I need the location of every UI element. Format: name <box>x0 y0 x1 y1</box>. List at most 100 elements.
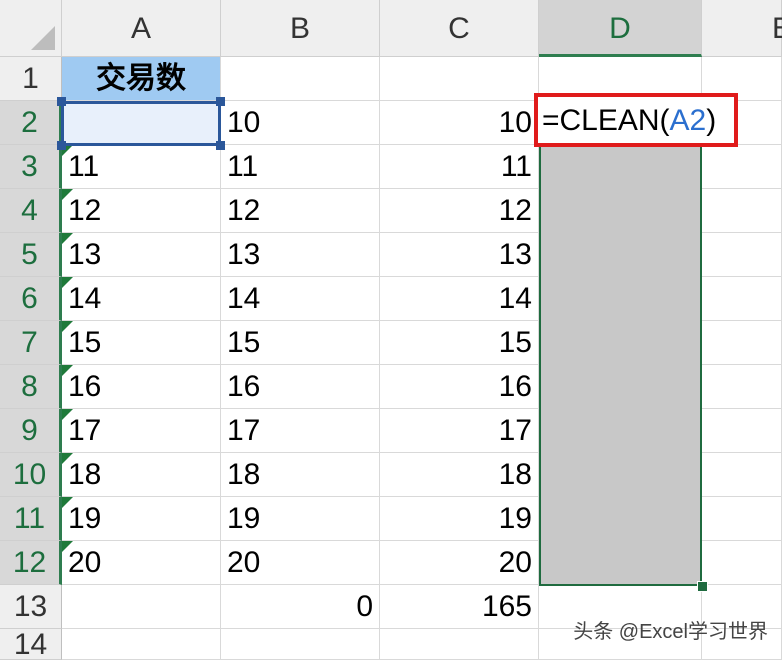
cell-a11[interactable]: 19 <box>62 497 221 541</box>
selection-handle-bottom-left[interactable] <box>57 141 66 150</box>
cell-value: 15 <box>68 326 102 359</box>
cell-c4[interactable]: 12 <box>380 189 539 233</box>
row-header-10[interactable]: 10 <box>0 453 62 497</box>
cell-b2[interactable]: 10 <box>221 101 380 145</box>
cell-a7[interactable]: 15 <box>62 321 221 365</box>
cell-e9[interactable] <box>702 409 782 453</box>
a2-reference-highlight <box>61 101 221 146</box>
cell-a10[interactable]: 18 <box>62 453 221 497</box>
cell-value: 17 <box>68 414 102 447</box>
cell-value: 20 <box>68 546 102 579</box>
cell-a8[interactable]: 16 <box>62 365 221 409</box>
number-as-text-indicator-icon <box>62 365 73 376</box>
column-header-b[interactable]: B <box>221 0 380 57</box>
row-header-4[interactable]: 4 <box>0 189 62 233</box>
formula-suffix: ) <box>706 104 717 137</box>
column-header-a[interactable]: A <box>62 0 221 57</box>
cell-e3[interactable] <box>702 145 782 189</box>
cell-value: 12 <box>68 194 102 227</box>
cell-e4[interactable] <box>702 189 782 233</box>
row-header-1[interactable]: 1 <box>0 57 62 101</box>
cell-e5[interactable] <box>702 233 782 277</box>
cell-b1[interactable] <box>221 57 380 101</box>
row-header-6[interactable]: 6 <box>0 277 62 321</box>
selection-handle-top-right[interactable] <box>216 97 225 106</box>
select-all-triangle-icon <box>31 26 55 50</box>
cell-value: 19 <box>68 502 102 535</box>
row-header-14[interactable]: 14 <box>0 629 62 660</box>
number-as-text-indicator-icon <box>62 189 73 200</box>
number-as-text-indicator-icon <box>62 233 73 244</box>
spreadsheet-grid: A B C D E 1交易数21010103111111412121251313… <box>0 0 782 660</box>
cell-b4[interactable]: 12 <box>221 189 380 233</box>
select-all-corner[interactable] <box>0 0 62 57</box>
cell-c8[interactable]: 16 <box>380 365 539 409</box>
cell-a3[interactable]: 11 <box>62 145 221 189</box>
cell-c12[interactable]: 20 <box>380 541 539 585</box>
cell-b7[interactable]: 15 <box>221 321 380 365</box>
formula-edit-cell-d2[interactable]: =CLEAN(A2) <box>534 93 738 147</box>
cell-e12[interactable] <box>702 541 782 585</box>
column-header-d[interactable]: D <box>539 0 702 57</box>
cell-c2[interactable]: 10 <box>380 101 539 145</box>
cell-b11[interactable]: 19 <box>221 497 380 541</box>
column-header-e[interactable]: E <box>702 0 782 57</box>
row-header-11[interactable]: 11 <box>0 497 62 541</box>
watermark: 头条 @Excel学习世界 <box>573 621 768 643</box>
row-header-13[interactable]: 13 <box>0 585 62 629</box>
cell-c13[interactable]: 165 <box>380 585 539 629</box>
cell-b8[interactable]: 16 <box>221 365 380 409</box>
cell-c6[interactable]: 14 <box>380 277 539 321</box>
cell-c11[interactable]: 19 <box>380 497 539 541</box>
row-header-7[interactable]: 7 <box>0 321 62 365</box>
cell-b10[interactable]: 18 <box>221 453 380 497</box>
cell-c1[interactable] <box>380 57 539 101</box>
cell-c10[interactable]: 18 <box>380 453 539 497</box>
row-header-12[interactable]: 12 <box>0 541 62 585</box>
row-header-8[interactable]: 8 <box>0 365 62 409</box>
cell-c3[interactable]: 11 <box>380 145 539 189</box>
cell-c9[interactable]: 17 <box>380 409 539 453</box>
cell-b9[interactable]: 17 <box>221 409 380 453</box>
number-as-text-indicator-icon <box>62 409 73 420</box>
cell-a1[interactable]: 交易数 <box>62 57 221 101</box>
row-header-3[interactable]: 3 <box>0 145 62 189</box>
cell-b13[interactable]: 0 <box>221 585 380 629</box>
cell-value: 13 <box>68 238 102 271</box>
selected-range-d2-d12[interactable] <box>539 101 702 586</box>
cell-a14[interactable] <box>62 629 221 660</box>
cell-a6[interactable]: 14 <box>62 277 221 321</box>
cell-c14[interactable] <box>380 629 539 660</box>
row-header-5[interactable]: 5 <box>0 233 62 277</box>
cell-b12[interactable]: 20 <box>221 541 380 585</box>
cell-b14[interactable] <box>221 629 380 660</box>
cell-a12[interactable]: 20 <box>62 541 221 585</box>
cell-e11[interactable] <box>702 497 782 541</box>
cell-e7[interactable] <box>702 321 782 365</box>
cell-e8[interactable] <box>702 365 782 409</box>
cell-e6[interactable] <box>702 277 782 321</box>
number-as-text-indicator-icon <box>62 453 73 464</box>
number-as-text-indicator-icon <box>62 277 73 288</box>
cell-a9[interactable]: 17 <box>62 409 221 453</box>
cell-b5[interactable]: 13 <box>221 233 380 277</box>
cell-c7[interactable]: 15 <box>380 321 539 365</box>
cell-a5[interactable]: 13 <box>62 233 221 277</box>
formula-text: =CLEAN(A2) <box>542 99 716 143</box>
cell-c5[interactable]: 13 <box>380 233 539 277</box>
formula-reference: A2 <box>669 104 707 137</box>
number-as-text-indicator-icon <box>62 541 73 552</box>
cell-e10[interactable] <box>702 453 782 497</box>
cell-b3[interactable]: 11 <box>221 145 380 189</box>
formula-prefix: =CLEAN( <box>542 104 670 137</box>
fill-handle[interactable] <box>697 581 708 592</box>
cell-b6[interactable]: 14 <box>221 277 380 321</box>
selection-handle-bottom-right[interactable] <box>216 141 225 150</box>
column-header-c[interactable]: C <box>380 0 539 57</box>
row-header-9[interactable]: 9 <box>0 409 62 453</box>
cell-a4[interactable]: 12 <box>62 189 221 233</box>
selection-handle-top-left[interactable] <box>57 97 66 106</box>
cell-value: 14 <box>68 282 102 315</box>
cell-a13[interactable] <box>62 585 221 629</box>
row-header-2[interactable]: 2 <box>0 101 62 145</box>
